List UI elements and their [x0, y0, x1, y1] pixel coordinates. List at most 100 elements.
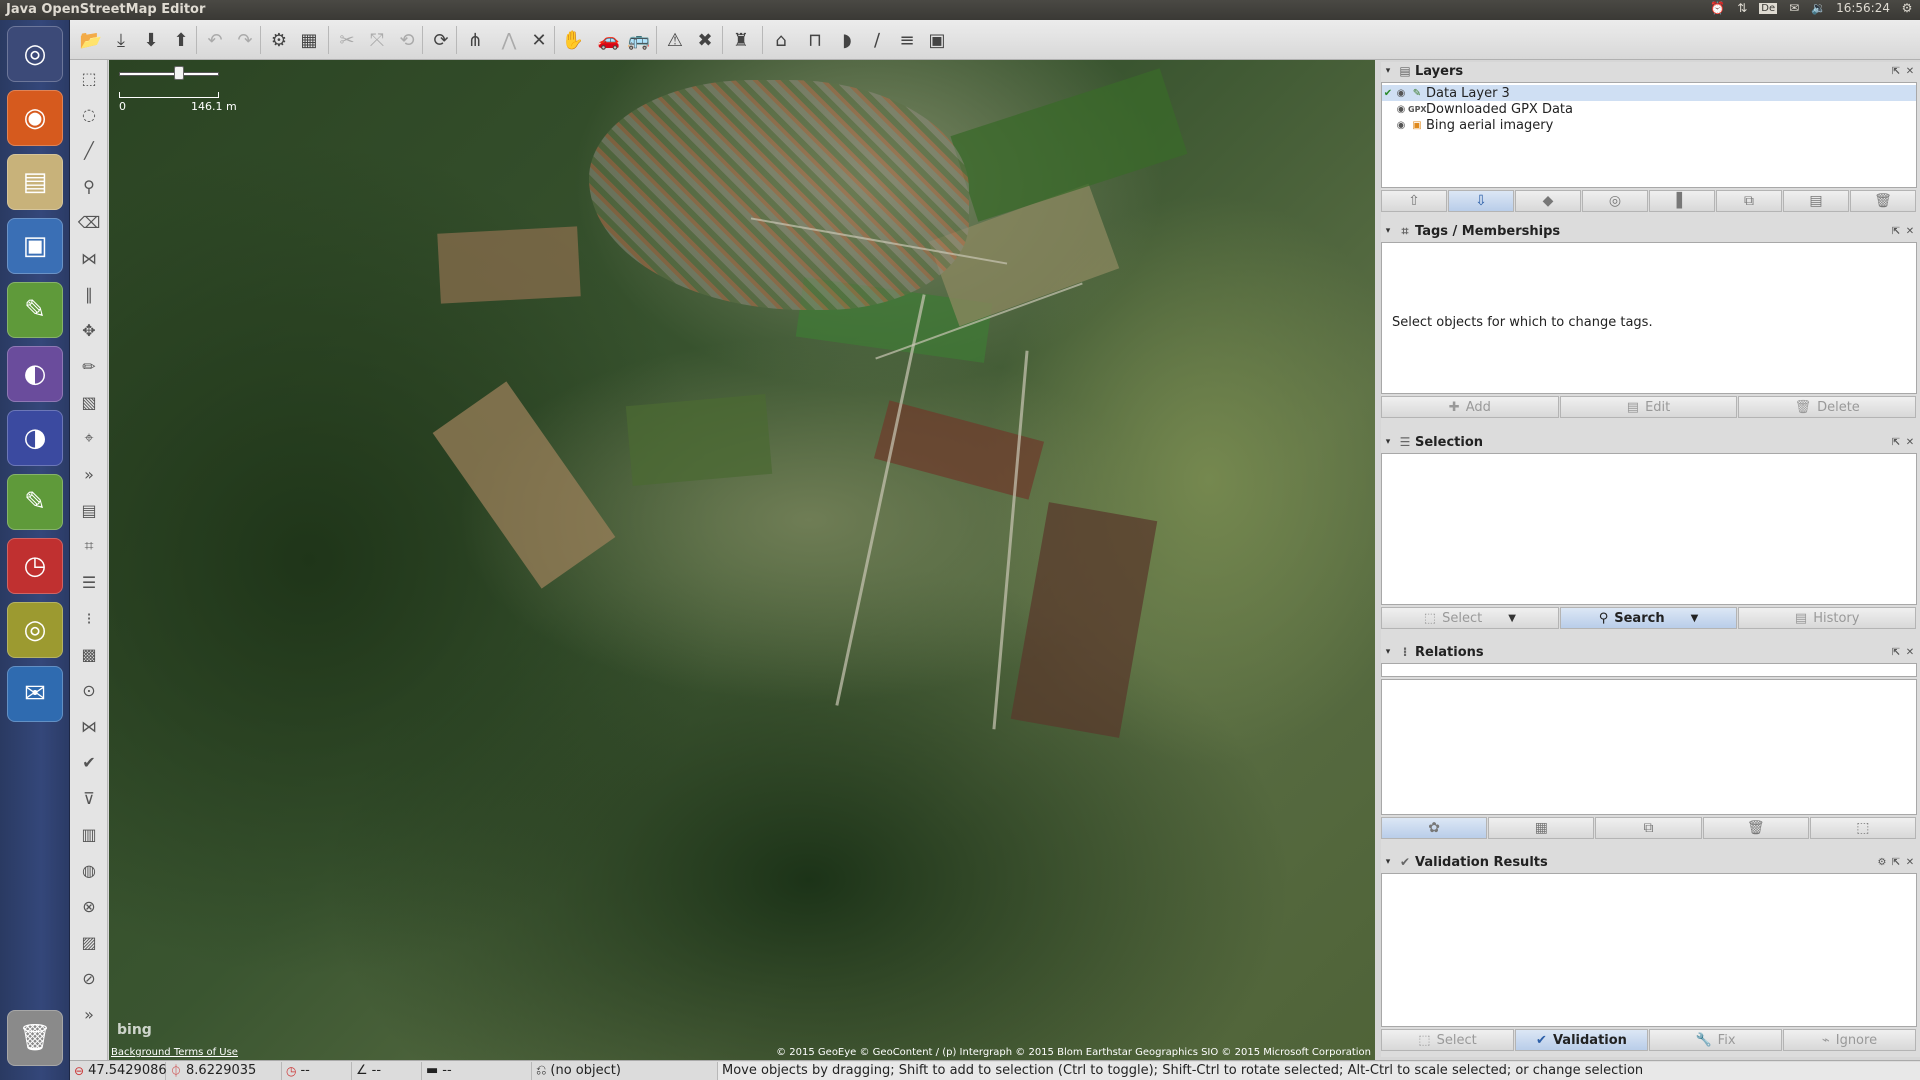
highway-preset-icon[interactable]: ⋔: [460, 26, 490, 54]
collapse-icon[interactable]: ▾: [1381, 226, 1395, 236]
address-tool-icon[interactable]: ⌖: [75, 424, 103, 452]
validate-button[interactable]: ✔ Validation: [1515, 1029, 1648, 1051]
pin-icon[interactable]: ⇱: [1889, 647, 1903, 658]
more-tools-icon[interactable]: »: [75, 460, 103, 488]
industrial-icon[interactable]: ⌂: [766, 26, 796, 54]
imagery-icon[interactable]: ▦: [294, 26, 324, 54]
update-data-icon[interactable]: ⟳: [426, 26, 456, 54]
speaker-icon[interactable]: ◎: [7, 602, 63, 658]
ubuntu-dash-icon[interactable]: ◎: [7, 26, 63, 82]
collapse-icon[interactable]: ▾: [1381, 66, 1395, 76]
close-icon[interactable]: ✕: [1903, 437, 1917, 448]
terms-of-use-link[interactable]: Background Terms of Use: [111, 1047, 238, 1058]
pin-icon[interactable]: ⇱: [1889, 66, 1903, 77]
validation-icon[interactable]: ✔: [75, 748, 103, 776]
alarm-clock-icon[interactable]: ⏰: [1710, 1, 1725, 15]
car-icon[interactable]: 🚗: [594, 26, 624, 54]
layer-row[interactable]: ◉ GPX Downloaded GPX Data: [1382, 101, 1916, 117]
undo-icon[interactable]: ↶: [200, 26, 230, 54]
delete-tag-button[interactable]: 🗑 Delete: [1738, 396, 1917, 418]
thunderbird-icon[interactable]: ✉: [7, 666, 63, 722]
collapse-icon[interactable]: ▾: [1381, 647, 1395, 657]
ignore-button[interactable]: ⌁ Ignore: [1783, 1029, 1916, 1051]
zoom-slider-track[interactable]: [119, 72, 219, 76]
activate-icon[interactable]: ◆: [1515, 190, 1581, 212]
open-file-icon[interactable]: 📂: [76, 26, 106, 54]
map-marker-icon[interactable]: ⊗: [75, 892, 103, 920]
validation-list[interactable]: [1381, 873, 1917, 1027]
reverse-way-icon[interactable]: ⟲: [392, 26, 422, 54]
eclipse-2-icon[interactable]: ◑: [7, 410, 63, 466]
tag-icon[interactable]: ⌗: [75, 532, 103, 560]
relations-list[interactable]: [1381, 679, 1917, 815]
photo-icon[interactable]: ▩: [75, 640, 103, 668]
image-viewer-icon[interactable]: ▣: [7, 218, 63, 274]
visibility-eye-icon[interactable]: ◉: [1394, 88, 1408, 99]
josm-icon[interactable]: ✎: [7, 282, 63, 338]
bus-icon[interactable]: 🚌: [624, 26, 654, 54]
relations-filter[interactable]: [1381, 663, 1917, 677]
lasso-tool-icon[interactable]: ◌: [75, 100, 103, 128]
edit-tag-button[interactable]: ▤ Edit: [1559, 396, 1738, 418]
junction-preset-icon[interactable]: ⋀: [494, 26, 524, 54]
crossing-preset-icon[interactable]: ✕: [524, 26, 554, 54]
selection-panel-header[interactable]: ▾ ☰ Selection ⇱ ✕: [1381, 433, 1917, 451]
new-relation-icon[interactable]: ✿: [1381, 817, 1488, 839]
layer-row[interactable]: ◉ ▣ Bing aerial imagery: [1382, 117, 1916, 133]
keyboard-layout-indicator[interactable]: De: [1759, 2, 1778, 14]
selection-list-icon[interactable]: ☰: [75, 568, 103, 596]
improve-way-tool-icon[interactable]: ✥: [75, 316, 103, 344]
collapse-icon[interactable]: ▾: [1381, 857, 1395, 867]
firefox-icon[interactable]: ◉: [7, 90, 63, 146]
selection-list[interactable]: [1381, 453, 1917, 605]
volume-icon[interactable]: 🔉: [1811, 1, 1826, 15]
move-up-icon[interactable]: ⇧: [1381, 190, 1447, 212]
duplicate-relation-icon[interactable]: ⧉: [1595, 817, 1702, 839]
tools-icon[interactable]: ✖: [690, 26, 720, 54]
add-tag-button[interactable]: ✚ Add: [1381, 396, 1559, 418]
parallel-tool-icon[interactable]: ∥: [75, 280, 103, 308]
pencil-tool-icon[interactable]: ✏: [75, 352, 103, 380]
validation-panel-header[interactable]: ▾ ✔ Validation Results ⚙ ⇱ ✕: [1381, 853, 1917, 871]
select-relation-icon[interactable]: ⬚: [1809, 817, 1917, 839]
delete-tool-icon[interactable]: ⌫: [75, 208, 103, 236]
fix-button[interactable]: 🔧 Fix: [1649, 1029, 1782, 1051]
close-icon[interactable]: ✕: [1903, 66, 1917, 77]
waterway-icon[interactable]: ∕: [862, 26, 892, 54]
layers-panel-header[interactable]: ▾ ▤ Layers ⇱ ✕: [1381, 62, 1917, 80]
relations-panel-header[interactable]: ▾ ⁝ Relations ⇱ ✕: [1381, 643, 1917, 661]
pin-icon[interactable]: ⇱: [1889, 226, 1903, 237]
trash-icon[interactable]: 🗑: [7, 1010, 63, 1066]
dropdown-arrow-icon[interactable]: ▼: [1691, 613, 1699, 624]
toggle-visible-icon[interactable]: ◎: [1582, 190, 1648, 212]
duplicate-icon[interactable]: ▤: [1783, 190, 1849, 212]
dropdown-arrow-icon[interactable]: ▼: [1508, 613, 1516, 624]
pin-icon[interactable]: ⇱: [1889, 857, 1903, 868]
collapse-icon[interactable]: ▾: [1381, 437, 1395, 447]
conflict-icon[interactable]: ⋈: [75, 712, 103, 740]
tags-table[interactable]: Select objects for which to change tags.: [1381, 242, 1917, 394]
select-button[interactable]: ⬚ Select ▼: [1381, 607, 1559, 629]
combine-way-icon[interactable]: ⤧: [362, 26, 392, 54]
history-button[interactable]: ▤ History: [1738, 607, 1917, 629]
gear-icon[interactable]: ⚙: [1900, 1, 1914, 15]
merge-icon[interactable]: ⧉: [1716, 190, 1782, 212]
eclipse-icon[interactable]: ◐: [7, 346, 63, 402]
file-manager-icon[interactable]: ▤: [7, 154, 63, 210]
tags-panel-header[interactable]: ▾ ⌗ Tags / Memberships ⇱ ✕: [1381, 222, 1917, 240]
zoom-slider-handle[interactable]: [174, 66, 184, 80]
toggle-layers-icon[interactable]: ▤: [75, 496, 103, 524]
filter-icon[interactable]: ⊽: [75, 784, 103, 812]
bridge-icon[interactable]: ⊓: [800, 26, 830, 54]
redo-icon[interactable]: ↷: [230, 26, 260, 54]
close-icon[interactable]: ✕: [1903, 226, 1917, 237]
split-way-icon[interactable]: ✂: [332, 26, 362, 54]
upload-icon[interactable]: ⬆: [166, 26, 196, 54]
castle-icon[interactable]: ♜: [726, 26, 756, 54]
map-view[interactable]: 0 146.1 m bing Background Terms of Use ©…: [109, 60, 1375, 1060]
notes-icon[interactable]: ⊘: [75, 964, 103, 992]
close-icon[interactable]: ✕: [1903, 857, 1917, 868]
visibility-eye-icon[interactable]: ◉: [1394, 120, 1408, 131]
alarm-app-icon[interactable]: ◷: [7, 538, 63, 594]
zoom-tool-icon[interactable]: ⚲: [75, 172, 103, 200]
